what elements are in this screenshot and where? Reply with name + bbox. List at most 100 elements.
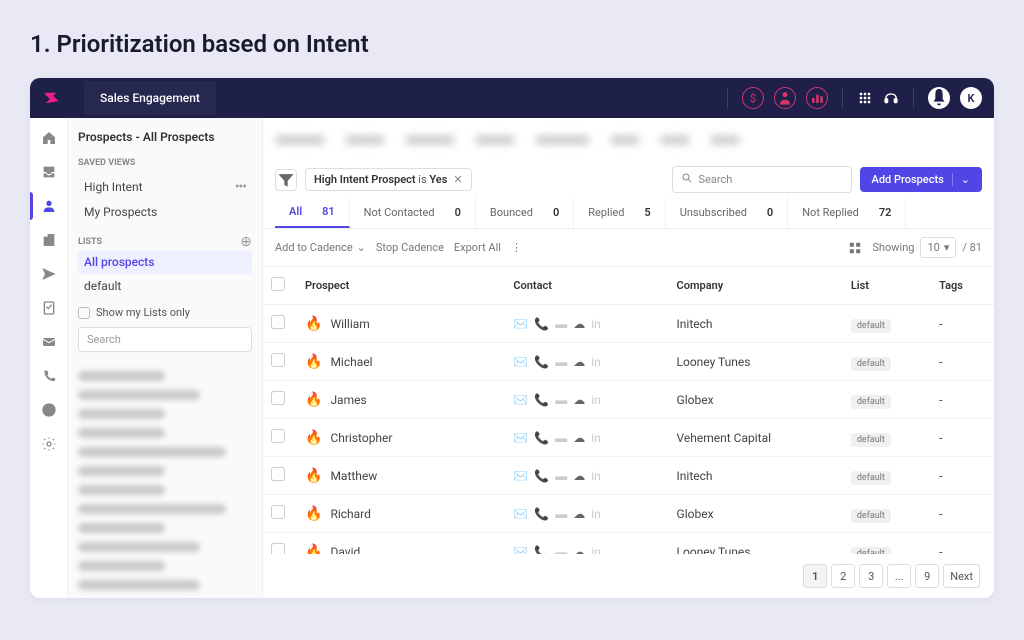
bell-icon[interactable] — [928, 87, 950, 109]
page-button[interactable]: ... — [887, 564, 911, 588]
col-contact[interactable]: Contact — [505, 267, 668, 305]
row-checkbox[interactable] — [271, 543, 285, 554]
sms-icon[interactable]: ▬ — [555, 431, 567, 445]
table-row[interactable]: 🔥David✉️📞▬☁inLooney Tunesdefault- — [263, 533, 994, 555]
cloud-icon[interactable]: ☁ — [573, 507, 585, 521]
add-list-icon[interactable]: ⊕ — [240, 234, 252, 250]
row-checkbox[interactable] — [271, 391, 285, 405]
nav-mail-icon[interactable] — [41, 334, 57, 350]
filter-icon[interactable] — [275, 169, 297, 191]
chart-icon[interactable] — [806, 87, 828, 109]
cloud-icon[interactable]: ☁ — [573, 355, 585, 369]
cloud-icon[interactable]: ☁ — [573, 545, 585, 555]
nav-building-icon[interactable] — [41, 232, 57, 248]
table-row[interactable]: 🔥James✉️📞▬☁inGlobexdefault- — [263, 381, 994, 419]
view-high-intent[interactable]: High Intent ••• — [78, 174, 252, 200]
phone-icon[interactable]: 📞 — [534, 317, 549, 331]
cloud-icon[interactable]: ☁ — [573, 317, 585, 331]
tab-unsubscribed[interactable]: Unsubscribed0 — [666, 197, 788, 228]
table-row[interactable]: 🔥Richard✉️📞▬☁inGlobexdefault- — [263, 495, 994, 533]
more-actions-icon[interactable]: ⋮ — [511, 241, 522, 254]
layout-icon[interactable] — [848, 241, 862, 255]
nav-settings-icon[interactable] — [41, 436, 57, 452]
phone-icon[interactable]: 📞 — [534, 469, 549, 483]
row-checkbox[interactable] — [271, 353, 285, 367]
sms-icon[interactable]: ▬ — [555, 469, 567, 483]
row-checkbox[interactable] — [271, 429, 285, 443]
email-icon[interactable]: ✉️ — [513, 431, 528, 445]
headset-icon[interactable] — [883, 90, 899, 106]
sms-icon[interactable]: ▬ — [555, 317, 567, 331]
tab-replied[interactable]: Replied5 — [574, 197, 665, 228]
email-icon[interactable]: ✉️ — [513, 469, 528, 483]
sms-icon[interactable]: ▬ — [555, 507, 567, 521]
col-list[interactable]: List — [843, 267, 931, 305]
nav-home-icon[interactable] — [41, 130, 57, 146]
sms-icon[interactable]: ▬ — [555, 355, 567, 369]
linkedin-icon[interactable]: in — [591, 431, 601, 445]
linkedin-icon[interactable]: in — [591, 393, 601, 407]
sms-icon[interactable]: ▬ — [555, 545, 567, 555]
cloud-icon[interactable]: ☁ — [573, 469, 585, 483]
email-icon[interactable]: ✉️ — [513, 393, 528, 407]
phone-icon[interactable]: 📞 — [534, 431, 549, 445]
row-checkbox[interactable] — [271, 467, 285, 481]
nav-reports-icon[interactable] — [41, 402, 57, 418]
add-to-cadence-button[interactable]: Add to Cadence ⌄ — [275, 241, 366, 254]
page-size-select[interactable]: 10 ▾ — [920, 237, 956, 258]
linkedin-icon[interactable]: in — [591, 317, 601, 331]
tab-bounced[interactable]: Bounced0 — [476, 197, 574, 228]
add-prospects-button[interactable]: Add Prospects ⌄ — [860, 167, 982, 192]
tab-not-replied[interactable]: Not Replied72 — [788, 197, 906, 228]
tab-not-contacted[interactable]: Not Contacted0 — [350, 197, 476, 228]
next-button[interactable]: Next — [943, 564, 980, 588]
cloud-icon[interactable]: ☁ — [573, 393, 585, 407]
sms-icon[interactable]: ▬ — [555, 393, 567, 407]
phone-icon[interactable]: 📞 — [534, 545, 549, 555]
table-row[interactable]: 🔥William✉️📞▬☁inInitechdefault- — [263, 305, 994, 343]
table-row[interactable]: 🔥Christopher✉️📞▬☁inVehement Capitaldefau… — [263, 419, 994, 457]
app-name[interactable]: Sales Engagement — [84, 81, 216, 115]
cloud-icon[interactable]: ☁ — [573, 431, 585, 445]
more-icon[interactable]: ••• — [235, 179, 246, 195]
avatar[interactable]: K — [960, 87, 982, 109]
chevron-down-icon[interactable]: ⌄ — [952, 173, 970, 186]
remove-filter-icon[interactable]: ✕ — [453, 173, 462, 186]
list-default[interactable]: default — [78, 274, 252, 298]
dollar-icon[interactable]: $ — [742, 87, 764, 109]
stop-cadence-button[interactable]: Stop Cadence — [376, 241, 444, 254]
show-my-lists-toggle[interactable]: Show my Lists only — [78, 306, 252, 319]
search-input[interactable]: Search — [672, 166, 852, 193]
user-icon[interactable] — [774, 87, 796, 109]
page-button[interactable]: 2 — [831, 564, 855, 588]
col-tags[interactable]: Tags — [931, 267, 994, 305]
linkedin-icon[interactable]: in — [591, 355, 601, 369]
list-all-prospects[interactable]: All prospects — [78, 250, 252, 274]
phone-icon[interactable]: 📞 — [534, 393, 549, 407]
linkedin-icon[interactable]: in — [591, 469, 601, 483]
email-icon[interactable]: ✉️ — [513, 317, 528, 331]
page-button[interactable]: 9 — [915, 564, 939, 588]
nav-inbox-icon[interactable] — [41, 164, 57, 180]
email-icon[interactable]: ✉️ — [513, 545, 528, 555]
col-prospect[interactable]: Prospect — [297, 267, 505, 305]
table-row[interactable]: 🔥Michael✉️📞▬☁inLooney Tunesdefault- — [263, 343, 994, 381]
nav-prospects-icon[interactable] — [41, 198, 57, 214]
export-all-button[interactable]: Export All — [454, 241, 501, 254]
sidebar-search-input[interactable]: Search — [78, 327, 252, 352]
nav-phone-icon[interactable] — [41, 368, 57, 384]
phone-icon[interactable]: 📞 — [534, 355, 549, 369]
nav-send-icon[interactable] — [41, 266, 57, 282]
email-icon[interactable]: ✉️ — [513, 507, 528, 521]
row-checkbox[interactable] — [271, 505, 285, 519]
page-button[interactable]: 1 — [803, 564, 827, 588]
row-checkbox[interactable] — [271, 315, 285, 329]
linkedin-icon[interactable]: in — [591, 507, 601, 521]
email-icon[interactable]: ✉️ — [513, 355, 528, 369]
filter-chip[interactable]: High Intent Prospect is Yes ✕ — [305, 168, 472, 191]
col-company[interactable]: Company — [669, 267, 843, 305]
tab-all[interactable]: All81 — [275, 197, 350, 228]
page-button[interactable]: 3 — [859, 564, 883, 588]
linkedin-icon[interactable]: in — [591, 545, 601, 555]
apps-icon[interactable] — [857, 90, 873, 106]
